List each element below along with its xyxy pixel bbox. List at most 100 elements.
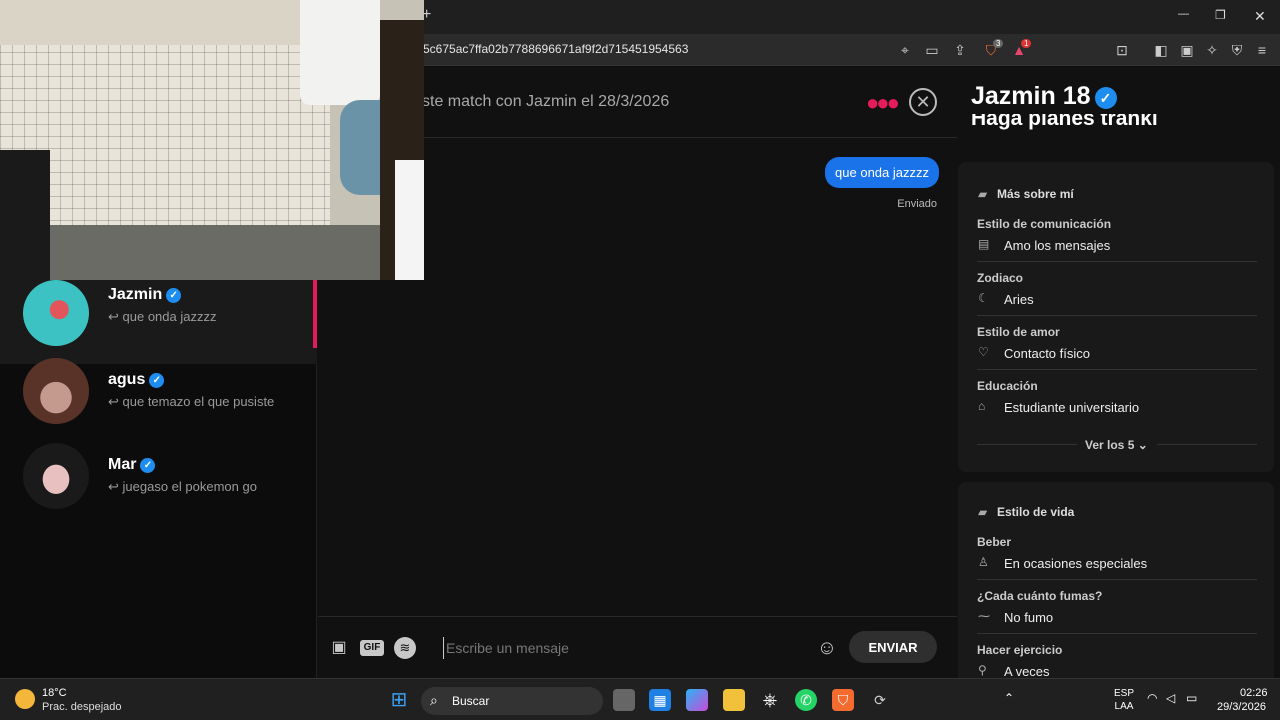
verified-icon: ✓ [140, 458, 156, 473]
heart-message-icon: ♡ [978, 345, 989, 359]
glass-icon: ♙ [978, 555, 989, 569]
taskbar-search[interactable]: ⌕ Buscar [421, 687, 603, 715]
tag-icon: ▰ [978, 187, 988, 201]
message-input[interactable] [443, 637, 813, 659]
field-label: Estilo de amor [977, 325, 1060, 339]
gif-button[interactable]: GIF [360, 640, 384, 656]
field-label: Estilo de comunicación [977, 217, 1112, 231]
url-text[interactable]: 5c675ac7ffa02b7788696671af9f2d7154519545… [423, 42, 688, 56]
sidebar-icon[interactable]: ◧ [1152, 41, 1170, 59]
field-value: Amo los mensajes [1004, 238, 1111, 253]
tray-chevron-icon[interactable]: ⌃ [1004, 691, 1014, 705]
cast-icon[interactable]: ▭ [923, 41, 941, 59]
verified-icon: ✓ [149, 373, 165, 388]
minimize-button[interactable]: — [1178, 8, 1189, 20]
store-icon[interactable]: ▦ [649, 689, 671, 711]
weather-desc[interactable]: Prac. despejado [42, 701, 122, 713]
conversation-preview: ↩ que onda jazzzz [108, 309, 217, 324]
chatgpt-icon[interactable]: ⎈ [759, 689, 781, 711]
lifestyle-card: ▰ Estilo de vida Beber ♙ En ocasiones es… [958, 482, 1274, 678]
close-window-button[interactable]: ✕ [1254, 8, 1266, 25]
send-button[interactable]: ENVIAR [849, 631, 937, 663]
conversation-name: Mar ✓ [108, 456, 156, 474]
search-icon: ⌕ [430, 692, 438, 708]
alert-badge: 1 [1021, 39, 1032, 48]
field-label: Beber [977, 535, 1012, 549]
menu-icon[interactable]: ≡ [1253, 41, 1271, 59]
smoke-icon: ⁓ [978, 609, 990, 623]
tray-lang[interactable]: ESP LAA [1114, 687, 1134, 713]
water-heater [300, 0, 380, 105]
conversation-preview: ↩ juegaso el pokemon go [108, 479, 257, 494]
divider [977, 315, 1257, 316]
dumbbell-icon: ⚲ [978, 663, 987, 677]
location-icon[interactable]: ⌖ [896, 41, 914, 59]
battery-icon[interactable]: ▭ [1186, 691, 1197, 705]
person-shirt [395, 160, 424, 280]
tag-icon: ▰ [978, 505, 988, 519]
webcam-overlay [0, 0, 424, 280]
field-label: Zodiaco [977, 271, 1024, 285]
clock-time[interactable]: 02:26 [1240, 687, 1268, 699]
conversation-item-agus[interactable]: agus ✓ ↩ que temazo el que pusiste [0, 358, 317, 442]
more-options-icon[interactable]: ●●● [866, 90, 900, 116]
more-about-card: ▰ Más sobre mí Estilo de comunicación ▤ … [958, 162, 1274, 472]
verified-icon: ✓ [166, 288, 182, 303]
brave-browser-icon[interactable]: ⛉ [832, 689, 854, 711]
field-label: Educación [977, 379, 1038, 393]
conversation-name: agus ✓ [108, 371, 165, 389]
field-label: Hacer ejercicio [977, 643, 1063, 657]
avatar [23, 443, 89, 509]
person-left [0, 150, 50, 280]
field-value: En ocasiones especiales [1004, 556, 1148, 571]
field-value: Contacto físico [1004, 346, 1090, 361]
file-explorer-icon[interactable] [723, 689, 745, 711]
divider [977, 633, 1257, 634]
spotify-icon[interactable]: ≋ [394, 637, 416, 659]
volume-icon[interactable]: ◁ [1166, 691, 1175, 705]
conversation-name: Jazmin ✓ [108, 286, 182, 304]
close-chat-button[interactable]: ✕ [909, 88, 937, 116]
vpn-icon[interactable]: ⛨ [1228, 41, 1246, 59]
field-value: A veces [1004, 664, 1050, 678]
message-composer: ▣ GIF ≋ ☺ ENVIAR [318, 616, 957, 678]
message-status: Enviado [897, 198, 937, 210]
divider [1157, 444, 1257, 445]
cabinet [0, 0, 300, 45]
share-icon[interactable]: ⇪ [951, 41, 969, 59]
emoji-icon[interactable]: ☺ [816, 637, 838, 659]
maximize-button[interactable]: ❐ [1215, 8, 1226, 22]
app-icon[interactable]: ⟳ [869, 689, 891, 711]
task-view-icon[interactable] [613, 689, 635, 711]
verified-icon: ✓ [1094, 87, 1117, 109]
divider [977, 261, 1257, 262]
divider [977, 579, 1257, 580]
chat-icon: ▤ [978, 237, 990, 251]
clock-date[interactable]: 29/3/2026 [1217, 701, 1266, 713]
wifi-icon[interactable]: ◠ [1147, 691, 1157, 705]
field-value: Aries [1004, 292, 1034, 307]
leo-icon[interactable]: ✧ [1203, 41, 1221, 59]
windows-start-icon[interactable]: ⊞ [388, 689, 410, 711]
reader-icon[interactable]: ⊡ [1113, 41, 1131, 59]
copilot-icon[interactable] [686, 689, 708, 711]
field-value: Estudiante universitario [1004, 400, 1140, 415]
avatar [23, 358, 89, 424]
profile-panel: Haga planes tranki Jazmin 18 ✓ ▰ Más sobr… [958, 66, 1280, 678]
weather-temp[interactable]: 18°C [42, 687, 67, 699]
whatsapp-icon[interactable]: ✆ [795, 689, 817, 711]
weather-icon[interactable] [15, 689, 35, 709]
see-all-button[interactable]: Ver los 5 ⌄ [1085, 438, 1148, 452]
moon-icon: ☾ [978, 291, 989, 305]
counter [0, 225, 424, 280]
conversation-item-jazmin[interactable]: Jazmin ✓ ↩ que onda jazzzz [0, 280, 317, 364]
divider [977, 369, 1257, 370]
message-bubble: que onda jazzzz [825, 157, 939, 188]
contact-card-icon[interactable]: ▣ [328, 637, 350, 659]
graduation-icon: ⌂ [978, 399, 986, 413]
wallet-icon[interactable]: ▣ [1178, 41, 1196, 59]
profile-name: Jazmin 18 ✓ [971, 82, 1117, 111]
conversation-item-mar[interactable]: Mar ✓ ↩ juegaso el pokemon go [0, 443, 317, 527]
match-date-text: ste match con Jazmin el 28/3/2026 [422, 93, 670, 110]
search-label: Buscar [452, 694, 490, 708]
